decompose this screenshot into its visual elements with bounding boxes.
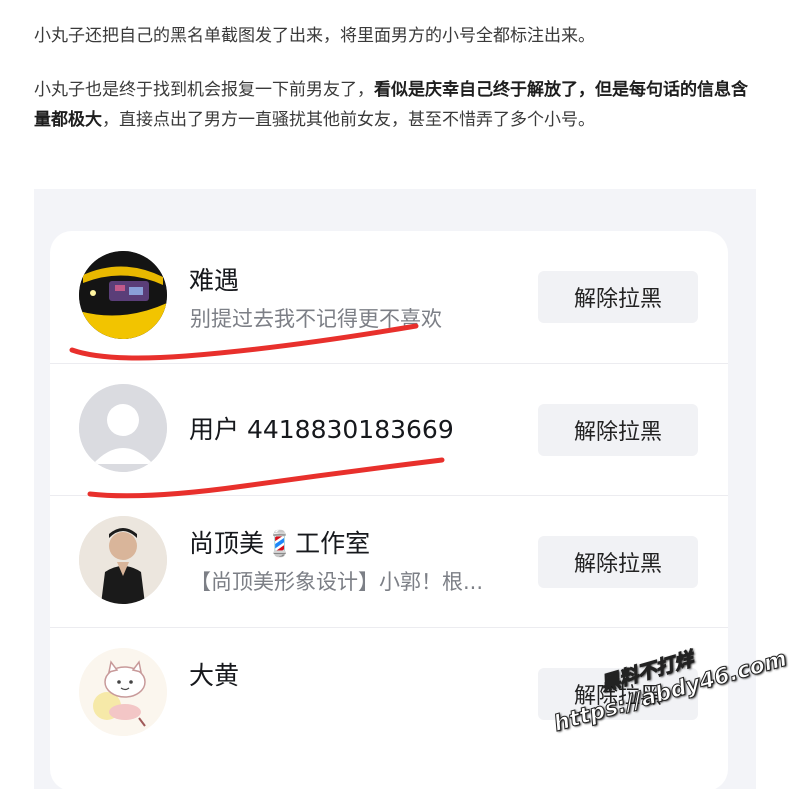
user-avatar-1[interactable] (79, 251, 167, 339)
user-name-3: 尚顶美💈工作室 (189, 529, 371, 558)
user-subtitle-3: 【尚顶美形象设计】小郭！根... (190, 570, 484, 594)
unblock-button-2[interactable]: 解除拉黑 (538, 404, 698, 456)
paragraph-2-start: 小丸子也是终于找到机会报复一下前男友了， (34, 80, 374, 100)
paragraph-2-end: ，直接点出了男方一直骚扰其他前女友，甚至不惜弄了多个小号。 (102, 110, 595, 130)
unblock-button-1[interactable]: 解除拉黑 (538, 271, 698, 323)
blacklist-row-3: 尚顶美💈工作室 【尚顶美形象设计】小郭！根... 解除拉黑 (50, 495, 728, 628)
blacklist-row-2: 用户 4418830183669 解除拉黑 (50, 363, 728, 496)
user-avatar-2[interactable] (79, 384, 167, 472)
user-name-1: 难遇 (189, 266, 240, 295)
user-subtitle-1: 别提过去我不记得更不喜欢 (190, 307, 442, 331)
user-avatar-4[interactable] (79, 648, 167, 736)
car-photo-icon (79, 251, 167, 339)
paragraph-1: 小丸子还把自己的黑名单截图发了出来，将里面男方的小号全都标注出来。 (34, 26, 595, 46)
user-avatar-3[interactable] (79, 516, 167, 604)
person-photo-icon (79, 516, 167, 604)
default-user-icon (79, 384, 167, 472)
blacklist-row-1: 难遇 别提过去我不记得更不喜欢 解除拉黑 (50, 231, 728, 363)
paragraph-2: 小丸子也是终于找到机会报复一下前男友了，看似是庆幸自己终于解放了，但是每句话的信… (34, 75, 764, 135)
user-name-4: 大黄 (189, 661, 240, 690)
cartoon-cat-icon (79, 648, 167, 736)
user-name-2: 用户 4418830183669 (189, 415, 454, 444)
unblock-button-3[interactable]: 解除拉黑 (538, 536, 698, 588)
